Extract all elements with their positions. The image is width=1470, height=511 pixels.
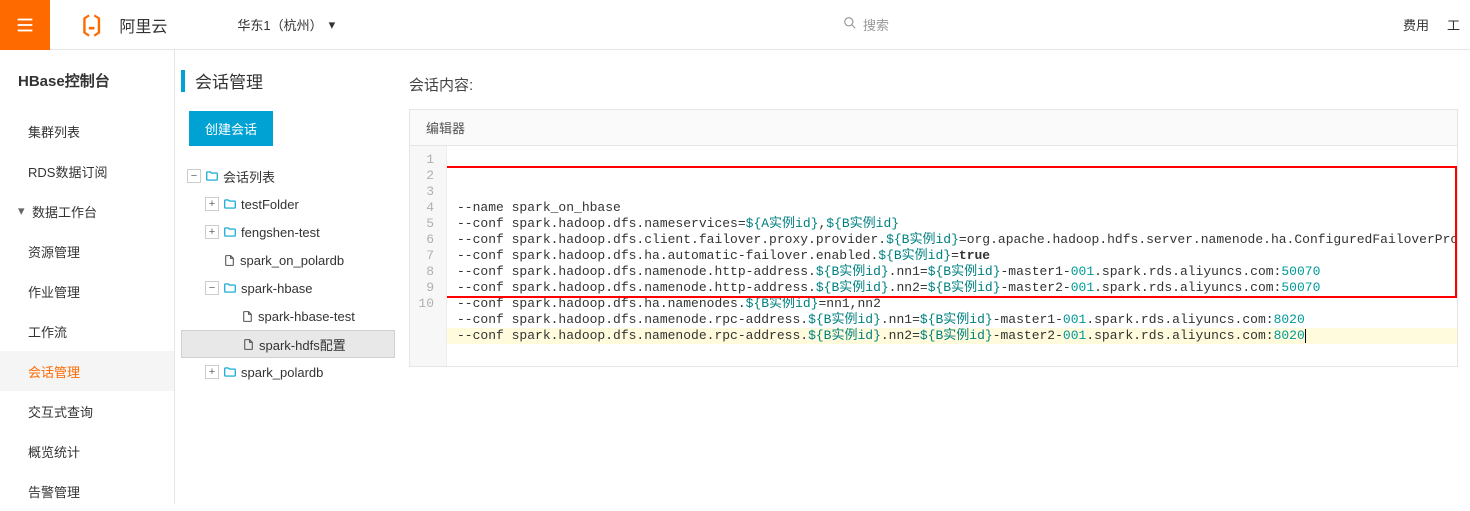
expand-icon[interactable]: + <box>205 365 219 379</box>
sidebar-item-7[interactable]: 交互式查询 <box>0 391 174 431</box>
page-title: 会话管理 <box>195 68 263 93</box>
tree-label: spark-hbase-test <box>258 309 355 324</box>
sidebar-item-label: 会话管理 <box>28 362 80 381</box>
tree-folder[interactable]: + spark_polardb <box>181 358 395 386</box>
collapse-icon[interactable]: − <box>187 169 201 183</box>
session-tree: − 会话列表 + testFolder + fengshen-test spark_on_p… <box>175 162 395 386</box>
brand-logo[interactable]: 〔-〕 阿里云 <box>68 9 167 41</box>
code-line[interactable]: --conf spark.hadoop.dfs.namenode.rpc-add… <box>447 328 1457 344</box>
top-right-links: 费用 工 <box>1403 15 1460 34</box>
code-editor[interactable]: 12345678910 --name spark_on_hbase--conf … <box>410 146 1457 366</box>
console-title: HBase控制台 <box>0 70 174 111</box>
code-line[interactable]: --conf spark.hadoop.dfs.ha.namenodes.${B… <box>457 296 1457 312</box>
tree-label: spark-hdfs配置 <box>259 335 346 354</box>
hamburger-icon <box>14 14 36 36</box>
brand-text: 阿里云 <box>119 13 167 37</box>
code-line[interactable]: --conf spark.hadoop.dfs.namenode.rpc-add… <box>457 312 1457 328</box>
editor-toolbar: 编辑器 <box>410 110 1457 146</box>
top-bar: 〔-〕 阿里云 华东1（杭州） ▾ 搜索 费用 工 <box>0 0 1470 50</box>
folder-icon <box>223 225 237 239</box>
tree-file[interactable]: spark-hdfs配置 <box>181 330 395 358</box>
tree-folder[interactable]: + fengshen-test <box>181 218 395 246</box>
section-title: 会话内容: <box>409 74 1458 95</box>
sidebar-item-label: 工作流 <box>28 322 67 341</box>
folder-icon <box>223 281 237 295</box>
sidebar: HBase控制台 集群列表 RDS数据订阅 ▾数据工作台资源管理作业管理工作流会话管… <box>0 50 175 504</box>
text-cursor <box>1305 329 1306 343</box>
sidebar-item-6[interactable]: 会话管理 <box>0 351 174 391</box>
chevron-down-icon: ▾ <box>329 17 336 33</box>
folder-icon <box>205 169 219 183</box>
tree-label: testFolder <box>241 197 299 212</box>
code-line[interactable]: --conf spark.hadoop.dfs.client.failover.… <box>457 232 1457 248</box>
sidebar-item-4[interactable]: 作业管理 <box>0 271 174 311</box>
logo-bracket-icon: 〔-〕 <box>68 9 113 41</box>
sidebar-item-label: 交互式查询 <box>28 402 93 421</box>
tree-label: spark-hbase <box>241 281 313 296</box>
file-icon <box>241 310 254 323</box>
title-bar-accent <box>181 70 185 92</box>
sidebar-item-label: 集群列表 <box>28 122 80 141</box>
top-link-fee[interactable]: 费用 <box>1403 15 1429 34</box>
tree-folder[interactable]: − spark-hbase <box>181 274 395 302</box>
code-line[interactable]: --name spark_on_hbase <box>457 200 1457 216</box>
file-icon <box>242 338 255 351</box>
tree-folder[interactable]: − 会话列表 <box>181 162 395 190</box>
tree-file[interactable]: spark_on_polardb <box>181 246 395 274</box>
sidebar-item-label: 资源管理 <box>28 242 80 261</box>
search-placeholder: 搜索 <box>863 15 889 34</box>
code-lines[interactable]: --name spark_on_hbase--conf spark.hadoop… <box>447 146 1457 366</box>
tree-file[interactable]: spark-hbase-test <box>181 302 395 330</box>
content-area: 会话内容: 编辑器 12345678910 --name spark_on_hb… <box>395 50 1470 504</box>
sidebar-item-8[interactable]: 概览统计 <box>0 431 174 471</box>
caret-icon: ▾ <box>18 203 28 219</box>
region-selector[interactable]: 华东1（杭州） ▾ <box>237 15 335 34</box>
search-icon <box>843 16 857 33</box>
hamburger-button[interactable] <box>0 0 50 50</box>
collapse-icon[interactable]: − <box>205 281 219 295</box>
create-session-button[interactable]: 创建会话 <box>189 111 273 146</box>
code-line[interactable]: --conf spark.hadoop.dfs.ha.automatic-fai… <box>457 248 1457 264</box>
editor-label: 编辑器 <box>426 121 465 136</box>
top-link-work[interactable]: 工 <box>1447 15 1460 34</box>
sidebar-item-9[interactable]: 告警管理 <box>0 471 174 511</box>
editor-box: 编辑器 12345678910 --name spark_on_hbase--c… <box>409 109 1458 367</box>
sidebar-item-label: 概览统计 <box>28 442 80 461</box>
tree-folder[interactable]: + testFolder <box>181 190 395 218</box>
tree-label: spark_polardb <box>241 365 323 380</box>
sidebar-item-3[interactable]: 资源管理 <box>0 231 174 271</box>
code-line[interactable]: --conf spark.hadoop.dfs.namenode.http-ad… <box>457 280 1457 296</box>
tree-label: fengshen-test <box>241 225 320 240</box>
sidebar-item-1[interactable]: RDS数据订阅 <box>0 151 174 191</box>
global-search[interactable]: 搜索 <box>843 15 1103 34</box>
sidebar-item-5[interactable]: 工作流 <box>0 311 174 351</box>
file-icon <box>223 254 236 267</box>
sidebar-item-label: 数据工作台 <box>32 202 97 221</box>
folder-icon <box>223 197 237 211</box>
sidebar-item-0[interactable]: 集群列表 <box>0 111 174 151</box>
code-line[interactable] <box>457 344 1457 360</box>
region-label: 华东1（杭州） <box>237 15 322 34</box>
tree-label: spark_on_polardb <box>240 253 344 268</box>
sidebar-item-label: RDS数据订阅 <box>28 162 107 181</box>
code-line[interactable]: --conf spark.hadoop.dfs.nameservices=${A… <box>457 216 1457 232</box>
folder-icon <box>223 365 237 379</box>
sidebar-item-label: 作业管理 <box>28 282 80 301</box>
tree-label: 会话列表 <box>223 167 275 186</box>
line-gutter: 12345678910 <box>410 146 447 366</box>
page-title-wrap: 会话管理 <box>175 68 395 93</box>
expand-icon[interactable]: + <box>205 225 219 239</box>
code-line[interactable]: --conf spark.hadoop.dfs.namenode.http-ad… <box>457 264 1457 280</box>
sidebar-item-label: 告警管理 <box>28 482 80 501</box>
expand-icon[interactable]: + <box>205 197 219 211</box>
tree-panel: 会话管理 创建会话 − 会话列表 + testFolder + fengshen-test… <box>175 50 395 504</box>
sidebar-item-2[interactable]: ▾数据工作台 <box>0 191 174 231</box>
